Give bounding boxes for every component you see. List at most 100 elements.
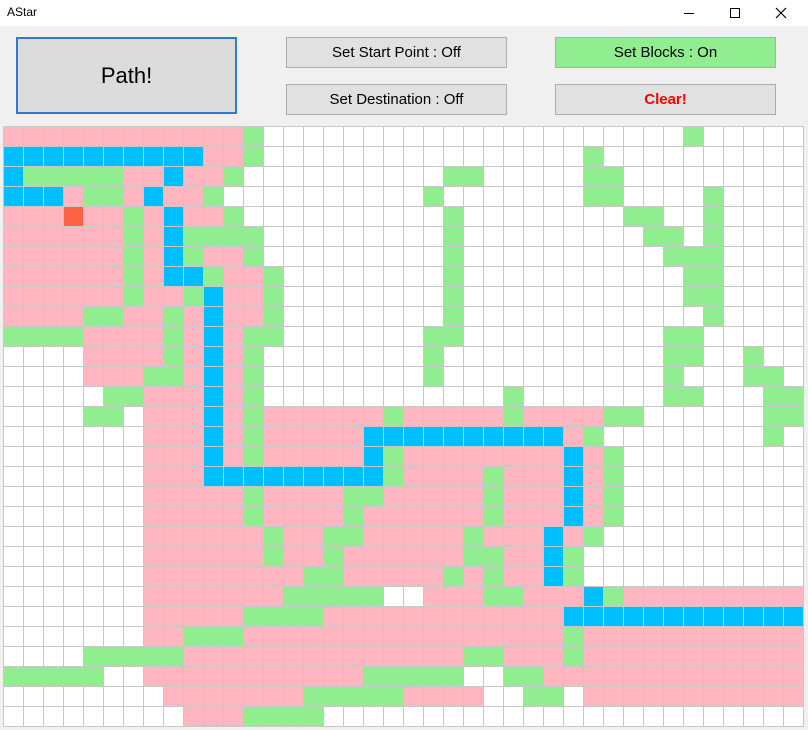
grid-cell-path[interactable] xyxy=(203,426,224,447)
grid-cell-visited[interactable] xyxy=(543,646,564,667)
grid-cell-empty[interactable] xyxy=(403,166,424,187)
grid-cell-visited[interactable] xyxy=(483,526,504,547)
grid-cell-empty[interactable] xyxy=(763,446,784,467)
grid-cell-visited[interactable] xyxy=(103,226,124,247)
grid-cell-empty[interactable] xyxy=(283,386,304,407)
grid-cell-empty[interactable] xyxy=(83,686,104,707)
grid-cell-block[interactable] xyxy=(483,566,504,587)
grid-cell-empty[interactable] xyxy=(783,186,804,207)
grid-cell-empty[interactable] xyxy=(743,406,764,427)
grid-cell-empty[interactable] xyxy=(503,286,524,307)
grid-cell-empty[interactable] xyxy=(563,226,584,247)
grid-cell-empty[interactable] xyxy=(123,606,144,627)
grid-cell-empty[interactable] xyxy=(23,466,44,487)
grid-cell-empty[interactable] xyxy=(323,366,344,387)
grid-cell-visited[interactable] xyxy=(343,666,364,687)
grid-cell-empty[interactable] xyxy=(683,466,704,487)
grid-cell-visited[interactable] xyxy=(483,406,504,427)
grid-cell-block[interactable] xyxy=(443,566,464,587)
grid-cell-visited[interactable] xyxy=(143,666,164,687)
grid-cell-empty[interactable] xyxy=(523,326,544,347)
grid-cell-block[interactable] xyxy=(223,206,244,227)
grid-cell-visited[interactable] xyxy=(23,226,44,247)
grid-cell-visited[interactable] xyxy=(163,566,184,587)
grid-cell-empty[interactable] xyxy=(483,206,504,227)
grid-cell-empty[interactable] xyxy=(643,146,664,167)
grid-cell-path[interactable] xyxy=(663,606,684,627)
grid-cell-path[interactable] xyxy=(543,546,564,567)
grid-cell-visited[interactable] xyxy=(463,486,484,507)
grid-cell-empty[interactable] xyxy=(723,426,744,447)
grid-cell-empty[interactable] xyxy=(563,366,584,387)
grid-cell-empty[interactable] xyxy=(683,226,704,247)
grid-cell-visited[interactable] xyxy=(163,506,184,527)
grid-cell-path[interactable] xyxy=(3,186,24,207)
grid-cell-empty[interactable] xyxy=(583,266,604,287)
grid-cell-visited[interactable] xyxy=(783,666,804,687)
grid-cell-empty[interactable] xyxy=(723,126,744,147)
grid-cell-visited[interactable] xyxy=(143,426,164,447)
grid-cell-empty[interactable] xyxy=(43,686,64,707)
grid-cell-empty[interactable] xyxy=(383,226,404,247)
grid-cell-empty[interactable] xyxy=(703,506,724,527)
grid-cell-visited[interactable] xyxy=(443,606,464,627)
grid-cell-visited[interactable] xyxy=(583,626,604,647)
grid-cell-empty[interactable] xyxy=(603,146,624,167)
grid-cell-block[interactable] xyxy=(563,626,584,647)
grid-cell-empty[interactable] xyxy=(283,146,304,167)
grid-cell-empty[interactable] xyxy=(383,346,404,367)
grid-cell-visited[interactable] xyxy=(63,126,84,147)
grid-cell-empty[interactable] xyxy=(43,706,64,727)
grid-cell-visited[interactable] xyxy=(703,646,724,667)
grid-cell-empty[interactable] xyxy=(363,226,384,247)
grid-cell-block[interactable] xyxy=(243,326,264,347)
grid-cell-empty[interactable] xyxy=(723,246,744,267)
grid-cell-empty[interactable] xyxy=(123,586,144,607)
grid-cell-block[interactable] xyxy=(123,386,144,407)
grid-cell-path[interactable] xyxy=(283,466,304,487)
grid-cell-block[interactable] xyxy=(163,366,184,387)
grid-cell-visited[interactable] xyxy=(443,686,464,707)
grid-cell-empty[interactable] xyxy=(743,466,764,487)
grid-cell-empty[interactable] xyxy=(723,706,744,727)
grid-cell-block[interactable] xyxy=(343,686,364,707)
grid-cell-empty[interactable] xyxy=(123,526,144,547)
grid-cell-empty[interactable] xyxy=(723,206,744,227)
grid-cell-visited[interactable] xyxy=(143,606,164,627)
grid-cell-visited[interactable] xyxy=(423,606,444,627)
grid-cell-empty[interactable] xyxy=(743,446,764,467)
grid-cell-block[interactable] xyxy=(83,406,104,427)
grid-cell-empty[interactable] xyxy=(763,226,784,247)
grid-cell-empty[interactable] xyxy=(403,586,424,607)
grid-cell-empty[interactable] xyxy=(603,386,624,407)
grid-cell-empty[interactable] xyxy=(723,526,744,547)
grid-cell-empty[interactable] xyxy=(403,186,424,207)
grid-cell-empty[interactable] xyxy=(43,626,64,647)
grid-cell-empty[interactable] xyxy=(243,166,264,187)
grid-cell-empty[interactable] xyxy=(543,206,564,227)
grid-cell-empty[interactable] xyxy=(483,226,504,247)
grid-cell-path[interactable] xyxy=(683,606,704,627)
grid-cell-visited[interactable] xyxy=(103,366,124,387)
grid-cell-visited[interactable] xyxy=(183,606,204,627)
grid-cell-visited[interactable] xyxy=(123,366,144,387)
grid-cell-visited[interactable] xyxy=(203,526,224,547)
grid-cell-empty[interactable] xyxy=(723,346,744,367)
grid-cell-visited[interactable] xyxy=(203,146,224,167)
grid-cell-empty[interactable] xyxy=(363,126,384,147)
grid-cell-empty[interactable] xyxy=(43,446,64,467)
grid-cell-empty[interactable] xyxy=(383,286,404,307)
grid-cell-empty[interactable] xyxy=(543,166,564,187)
grid-cell-visited[interactable] xyxy=(663,626,684,647)
grid-cell-empty[interactable] xyxy=(703,126,724,147)
grid-cell-visited[interactable] xyxy=(63,306,84,327)
grid-cell-visited[interactable] xyxy=(23,246,44,267)
grid-cell-visited[interactable] xyxy=(143,306,164,327)
grid-cell-empty[interactable] xyxy=(723,326,744,347)
grid-cell-block[interactable] xyxy=(303,586,324,607)
grid-cell-visited[interactable] xyxy=(723,586,744,607)
grid-cell-path[interactable] xyxy=(163,166,184,187)
grid-cell-empty[interactable] xyxy=(43,586,64,607)
grid-cell-visited[interactable] xyxy=(243,586,264,607)
grid-cell-empty[interactable] xyxy=(683,306,704,327)
